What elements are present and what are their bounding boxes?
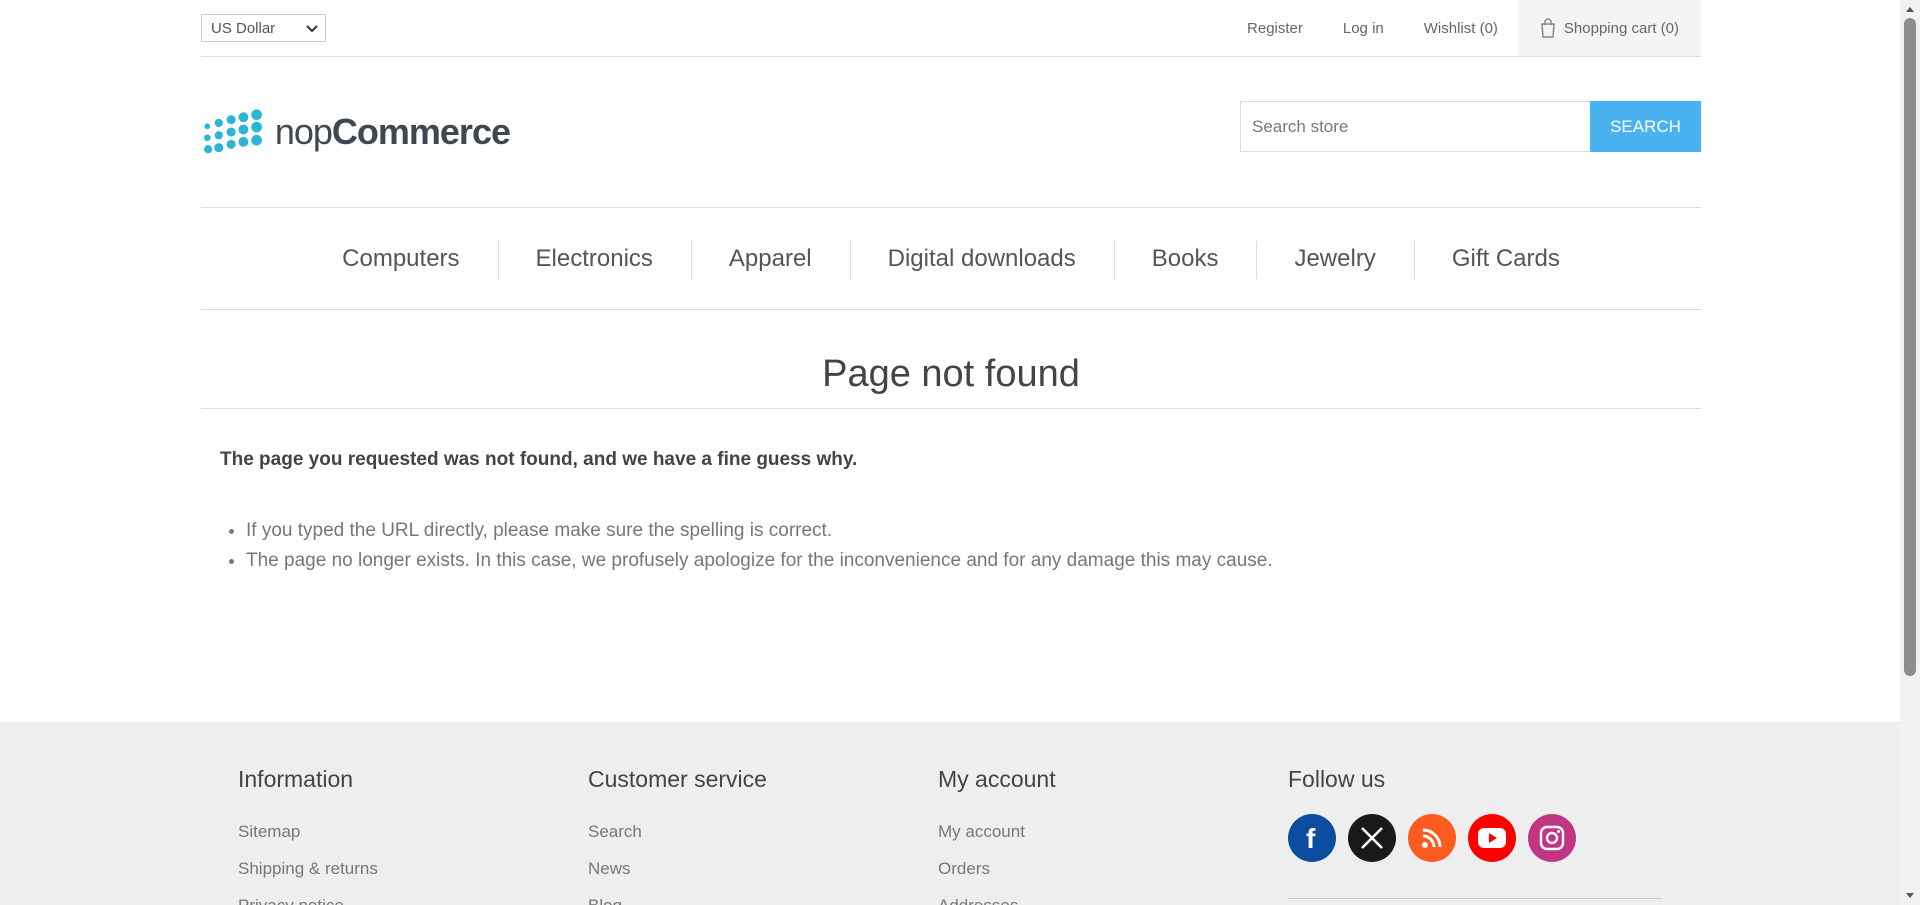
footer-follow-us: Follow us f (1288, 766, 1588, 862)
footer-link-sitemap[interactable]: Sitemap (238, 821, 378, 842)
footer-link-orders[interactable]: Orders (938, 858, 1056, 879)
not-found-lead: The page you requested was not found, an… (220, 449, 858, 470)
footer-link-search[interactable]: Search (588, 821, 767, 842)
footer-link-privacy-notice[interactable]: Privacy notice (238, 895, 378, 905)
footer-customer-service: Customer service Search News Blog (588, 766, 767, 905)
wishlist-link[interactable]: Wishlist (0) (1424, 20, 1498, 37)
page-title-container: Page not found (201, 340, 1701, 409)
not-found-reasons: If you typed the URL directly, please ma… (220, 516, 1273, 576)
register-link[interactable]: Register (1247, 20, 1303, 37)
footer-my-account-title: My account (938, 766, 1056, 792)
page: US Dollar Register Log in Wishlist (0) S… (0, 0, 1900, 905)
footer: Information Sitemap Shipping & returns P… (0, 722, 1900, 905)
logo-dots-icon (204, 109, 262, 154)
header-links: Register Log in Wishlist (0) Shopping ca… (1247, 0, 1701, 56)
search-box: Search store SEARCH (1240, 101, 1701, 152)
scrollbar-thumb[interactable] (1904, 18, 1916, 676)
scroll-up-icon[interactable] (1905, 4, 1915, 14)
facebook-icon[interactable]: f (1288, 814, 1336, 862)
footer-information: Information Sitemap Shipping & returns P… (238, 766, 378, 905)
footer-link-my-account[interactable]: My account (938, 821, 1056, 842)
nav-item-gift-cards[interactable]: Gift Cards (1413, 240, 1598, 279)
footer-link-shipping-returns[interactable]: Shipping & returns (238, 858, 378, 879)
footer-link-blog[interactable]: Blog (588, 895, 767, 905)
nav-item-digital-downloads[interactable]: Digital downloads (849, 240, 1114, 279)
logo-text-light: nop (274, 111, 333, 152)
currency-selector[interactable]: US Dollar (201, 14, 326, 42)
instagram-icon[interactable] (1528, 814, 1576, 862)
footer-link-addresses[interactable]: Addresses (938, 895, 1056, 905)
search-button[interactable]: SEARCH (1590, 101, 1701, 152)
shopping-bag-icon (1541, 18, 1555, 38)
nav-item-books[interactable]: Books (1113, 240, 1257, 279)
cart-label: Shopping cart (0) (1563, 19, 1679, 37)
page-title: Page not found (822, 353, 1080, 395)
top-menu: Computers Electronics Apparel Digital do… (201, 207, 1701, 310)
login-link[interactable]: Log in (1343, 20, 1384, 37)
vertical-scrollbar[interactable] (1900, 0, 1920, 905)
header-upper: US Dollar Register Log in Wishlist (0) S… (201, 0, 1701, 57)
social-links: f (1288, 814, 1588, 862)
currency-value: US Dollar (211, 19, 276, 37)
footer-information-title: Information (238, 766, 354, 792)
search-input[interactable]: Search store (1240, 101, 1590, 152)
x-icon[interactable] (1348, 814, 1396, 862)
footer-my-account: My account My account Orders Addresses (938, 766, 1056, 905)
list-item: The page no longer exists. In this case,… (246, 546, 1273, 576)
scroll-down-icon[interactable] (1905, 891, 1915, 901)
nav-item-apparel[interactable]: Apparel (690, 240, 850, 279)
logo-text: nopCommerce (274, 111, 511, 153)
nav-item-jewelry[interactable]: Jewelry (1256, 240, 1413, 279)
footer-divider (1288, 898, 1662, 899)
logo-text-bold: Commerce (331, 111, 511, 152)
footer-follow-us-title: Follow us (1288, 766, 1386, 792)
footer-customer-service-title: Customer service (588, 766, 767, 792)
nav-item-electronics[interactable]: Electronics (497, 240, 691, 279)
store-logo[interactable]: nopCommerce (204, 104, 511, 160)
rss-icon[interactable] (1408, 814, 1456, 862)
svg-text:f: f (1306, 825, 1316, 851)
list-item: If you typed the URL directly, please ma… (246, 516, 1273, 546)
youtube-icon[interactable] (1468, 814, 1516, 862)
nav-item-computers[interactable]: Computers (304, 245, 497, 273)
shopping-cart-link[interactable]: Shopping cart (0) (1517, 0, 1701, 56)
chevron-down-icon (306, 25, 318, 33)
footer-link-news[interactable]: News (588, 858, 767, 879)
